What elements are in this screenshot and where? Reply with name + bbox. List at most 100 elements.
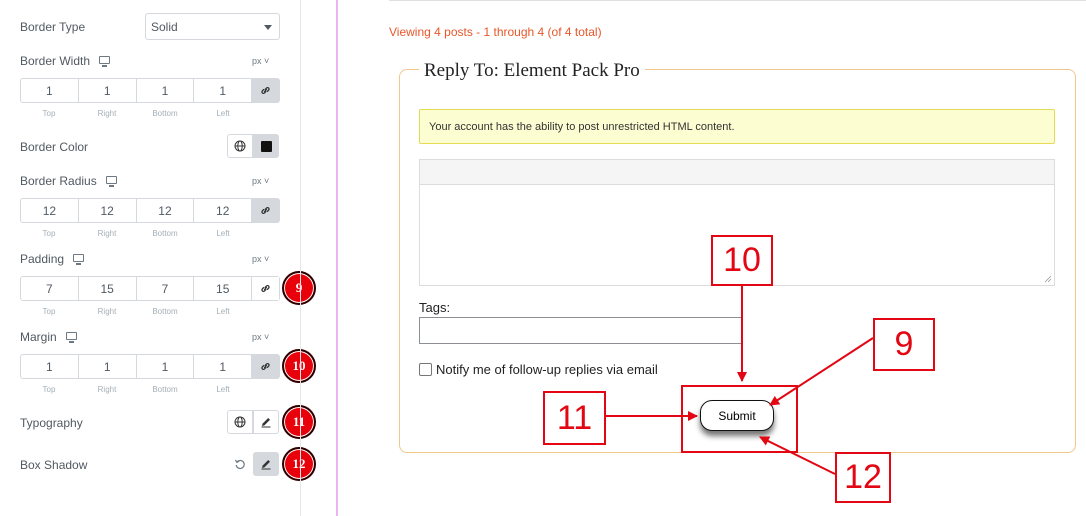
side-right: Right bbox=[97, 307, 117, 316]
link-values-button[interactable] bbox=[252, 355, 280, 378]
margin-unit[interactable]: px ˅ bbox=[252, 332, 269, 342]
link-values-button[interactable] bbox=[252, 199, 280, 222]
global-typography-button[interactable] bbox=[227, 410, 253, 434]
border-width-top[interactable]: 1 bbox=[21, 79, 79, 102]
side-labels: Top Right Bottom Left bbox=[20, 385, 252, 394]
globe-icon bbox=[234, 416, 246, 428]
callout-9: 9 bbox=[873, 318, 935, 371]
padding-top[interactable]: 7 bbox=[21, 277, 79, 300]
viewing-posts-text: Viewing 4 posts - 1 through 4 (of 4 tota… bbox=[389, 25, 602, 39]
border-radius-right[interactable]: 12 bbox=[79, 199, 137, 222]
padding-unit[interactable]: px ˅ bbox=[252, 254, 269, 264]
editor-toolbar bbox=[419, 159, 1055, 185]
step-badge-9: 9 bbox=[282, 271, 316, 305]
top-divider bbox=[389, 0, 1086, 1]
border-radius-top[interactable]: 12 bbox=[21, 199, 79, 222]
typography-label: Typography bbox=[20, 416, 83, 430]
global-color-button[interactable] bbox=[227, 134, 253, 158]
side-labels: Top Right Bottom Left bbox=[20, 109, 252, 118]
border-radius-label: Border Radius bbox=[20, 174, 117, 188]
side-left: Left bbox=[216, 385, 230, 394]
side-top: Top bbox=[42, 385, 56, 394]
border-type-value: Solid bbox=[151, 20, 178, 34]
reset-button[interactable] bbox=[234, 457, 246, 470]
desktop-icon[interactable] bbox=[73, 254, 85, 265]
padding-label: Padding bbox=[20, 252, 85, 266]
side-top: Top bbox=[42, 229, 56, 238]
color-swatch bbox=[260, 140, 272, 152]
highlight-rectangle bbox=[681, 385, 798, 453]
side-labels: Top Right Bottom Left bbox=[20, 229, 252, 238]
margin-top[interactable]: 1 bbox=[21, 355, 79, 378]
side-right: Right bbox=[97, 109, 117, 118]
step-badge-12: 12 bbox=[282, 447, 316, 481]
desktop-icon[interactable] bbox=[105, 176, 117, 187]
link-icon bbox=[261, 284, 270, 293]
unit-text: px bbox=[252, 176, 262, 186]
border-radius-inputs: 12 12 12 12 bbox=[20, 198, 280, 223]
border-radius-unit[interactable]: px ˅ bbox=[252, 176, 269, 186]
margin-label: Margin bbox=[20, 330, 77, 344]
link-icon bbox=[261, 86, 270, 95]
border-radius-label-text: Border Radius bbox=[20, 174, 97, 188]
border-color-swatch-button[interactable] bbox=[253, 134, 279, 158]
resize-grip-icon[interactable] bbox=[1044, 275, 1052, 283]
globe-icon bbox=[234, 140, 246, 152]
notify-label: Notify me of follow-up replies via email bbox=[436, 362, 658, 377]
tags-label: Tags: bbox=[419, 300, 451, 315]
side-left: Left bbox=[216, 109, 230, 118]
border-type-label: Border Type bbox=[20, 20, 85, 34]
padding-label-text: Padding bbox=[20, 252, 65, 266]
margin-bottom[interactable]: 1 bbox=[137, 355, 195, 378]
border-width-left[interactable]: 1 bbox=[194, 79, 253, 102]
side-bottom: Bottom bbox=[152, 109, 178, 118]
pencil-icon bbox=[261, 418, 271, 428]
unit-text: px bbox=[252, 56, 262, 66]
border-radius-left[interactable]: 12 bbox=[194, 199, 253, 222]
link-icon bbox=[261, 206, 270, 215]
padding-right[interactable]: 15 bbox=[79, 277, 137, 300]
margin-right[interactable]: 1 bbox=[79, 355, 137, 378]
edit-typography-button[interactable] bbox=[253, 410, 279, 434]
desktop-icon[interactable] bbox=[99, 56, 111, 67]
side-bottom: Bottom bbox=[152, 307, 178, 316]
side-top: Top bbox=[42, 109, 56, 118]
link-values-button[interactable] bbox=[252, 277, 280, 300]
canvas-edge bbox=[336, 0, 338, 516]
style-panel: Border Type Solid Border Width px ˅ 1 1 … bbox=[0, 0, 316, 516]
border-type-label-text: Border Type bbox=[20, 20, 86, 34]
border-width-unit[interactable]: px ˅ bbox=[252, 56, 269, 66]
panel-divider bbox=[300, 0, 301, 516]
callout-12: 12 bbox=[835, 452, 891, 503]
callout-10: 10 bbox=[711, 235, 773, 286]
desktop-icon[interactable] bbox=[65, 332, 77, 343]
border-width-label: Border Width bbox=[20, 54, 111, 68]
border-width-label-text: Border Width bbox=[20, 54, 91, 68]
chevron-down-icon bbox=[264, 25, 272, 30]
link-icon bbox=[261, 362, 270, 371]
side-top: Top bbox=[42, 307, 56, 316]
step-badge-11: 11 bbox=[282, 405, 316, 439]
tags-input[interactable] bbox=[419, 317, 742, 344]
side-bottom: Bottom bbox=[152, 385, 178, 394]
edit-box-shadow-button[interactable] bbox=[253, 452, 279, 476]
border-color-label-text: Border Color bbox=[20, 140, 89, 154]
reset-icon bbox=[234, 459, 245, 470]
box-shadow-label-text: Box Shadow bbox=[20, 458, 88, 472]
side-left: Left bbox=[216, 307, 230, 316]
notify-checkbox[interactable] bbox=[419, 363, 432, 376]
padding-bottom[interactable]: 7 bbox=[137, 277, 195, 300]
html-notice: Your account has the ability to post unr… bbox=[419, 109, 1055, 144]
padding-left[interactable]: 15 bbox=[194, 277, 253, 300]
link-values-button[interactable] bbox=[252, 79, 280, 102]
unit-text: px bbox=[252, 254, 262, 264]
border-radius-bottom[interactable]: 12 bbox=[137, 199, 195, 222]
border-color-label: Border Color bbox=[20, 140, 88, 154]
border-type-select[interactable]: Solid bbox=[145, 13, 280, 40]
margin-inputs: 1 1 1 1 bbox=[20, 354, 280, 379]
side-right: Right bbox=[97, 229, 117, 238]
margin-left[interactable]: 1 bbox=[194, 355, 253, 378]
border-width-bottom[interactable]: 1 bbox=[137, 79, 195, 102]
border-width-right[interactable]: 1 bbox=[79, 79, 137, 102]
margin-label-text: Margin bbox=[20, 330, 57, 344]
